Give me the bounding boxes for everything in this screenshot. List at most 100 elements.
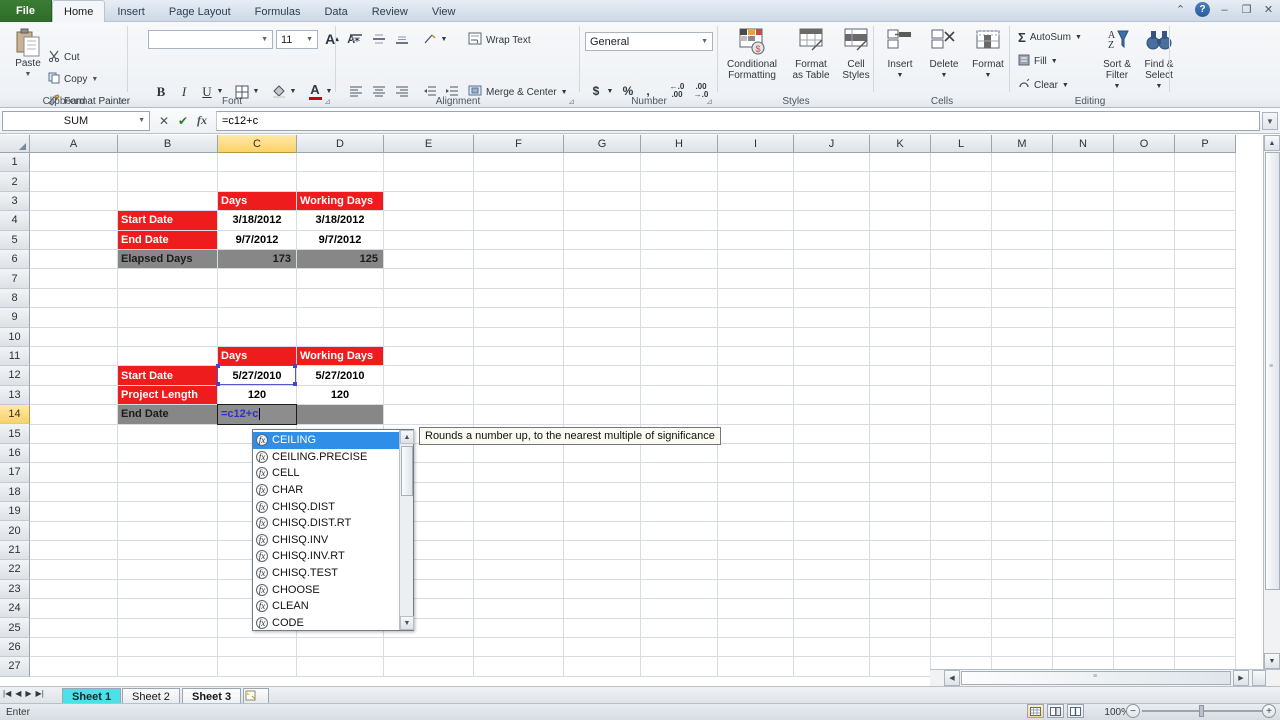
cut-button[interactable]: Cut xyxy=(48,50,80,65)
restore-icon[interactable]: ❐ xyxy=(1239,2,1254,17)
column-header-d[interactable]: D xyxy=(297,135,384,153)
insert-worksheet-button[interactable] xyxy=(243,688,269,704)
clear-dropdown-icon[interactable]: ▼ xyxy=(1062,82,1069,89)
row-header-13[interactable]: 13 xyxy=(0,385,30,406)
fill-dropdown-icon[interactable]: ▼ xyxy=(1051,58,1058,65)
column-header-k[interactable]: K xyxy=(870,135,931,153)
chevron-down-icon[interactable]: ▼ xyxy=(701,38,708,45)
tab-page-layout[interactable]: Page Layout xyxy=(157,1,243,22)
chevron-down-icon[interactable]: ▼ xyxy=(138,117,145,124)
number-dialog-launcher[interactable]: ⊿ xyxy=(705,97,714,106)
delete-cells-button[interactable]: Delete ▼ xyxy=(924,28,964,81)
cell-d14[interactable] xyxy=(297,405,383,424)
name-box[interactable]: SUM ▼ xyxy=(2,110,150,131)
align-top-button[interactable] xyxy=(346,30,366,48)
formula-input[interactable]: =c12+c xyxy=(216,110,1260,131)
autocomplete-scroll-up-button[interactable]: ▲ xyxy=(400,430,414,444)
wrap-text-button[interactable]: Wrap Text xyxy=(468,32,531,48)
row-header-21[interactable]: 21 xyxy=(0,540,30,561)
cell-b4[interactable]: Start Date xyxy=(118,211,217,230)
find-select-button[interactable]: Find & Select ▼ xyxy=(1138,28,1180,92)
minimize-ribbon-icon[interactable]: ⌃ xyxy=(1173,2,1188,17)
autocomplete-item[interactable]: fx CEILING.PRECISE xyxy=(253,449,399,466)
format-as-table-button[interactable]: Format as Table xyxy=(788,28,834,81)
clear-button[interactable]: Clear ▼ xyxy=(1018,78,1069,93)
expand-formula-bar-button[interactable]: ▼ xyxy=(1262,112,1278,130)
align-middle-button[interactable] xyxy=(369,30,389,48)
row-header-23[interactable]: 23 xyxy=(0,579,30,599)
tab-data[interactable]: Data xyxy=(312,1,359,22)
column-header-p[interactable]: P xyxy=(1175,135,1236,153)
cell-d12[interactable]: 5/27/2010 xyxy=(297,366,383,385)
cell-c5[interactable]: 9/7/2012 xyxy=(218,230,296,249)
column-header-e[interactable]: E xyxy=(384,135,474,153)
row-header-19[interactable]: 19 xyxy=(0,502,30,522)
cell-d5[interactable]: 9/7/2012 xyxy=(297,230,383,249)
tab-formulas[interactable]: Formulas xyxy=(243,1,313,22)
row-header-4[interactable]: 4 xyxy=(0,211,30,231)
row-header-16[interactable]: 16 xyxy=(0,443,30,464)
tab-insert[interactable]: Insert xyxy=(105,1,157,22)
paste-button[interactable]: Paste ▼ xyxy=(6,28,50,80)
cell-styles-button[interactable]: Cell Styles xyxy=(838,28,874,81)
autocomplete-scroll-down-button[interactable]: ▼ xyxy=(400,616,414,630)
copy-dropdown-icon[interactable]: ▼ xyxy=(91,76,98,83)
column-header-o[interactable]: O xyxy=(1114,135,1175,153)
cell-d4[interactable]: 3/18/2012 xyxy=(297,211,383,230)
insert-function-button[interactable]: fx xyxy=(196,113,208,128)
zoom-slider-handle[interactable] xyxy=(1199,705,1204,717)
orientation-dropdown-icon[interactable]: ▼ xyxy=(438,32,450,46)
row-header-3[interactable]: 3 xyxy=(0,191,30,212)
formula-autocomplete-list[interactable]: ▲ ▼ fx CEILING fx CEILING.PRECISE fx CELL fx CH… xyxy=(252,429,414,631)
autocomplete-scrollbar[interactable]: ▲ ▼ xyxy=(399,430,414,630)
split-handle[interactable] xyxy=(1252,670,1266,686)
cell-b12[interactable]: Start Date xyxy=(118,366,217,385)
cell-c11[interactable]: Days xyxy=(218,347,296,366)
column-header-c[interactable]: C xyxy=(218,135,297,153)
column-header-a[interactable]: A xyxy=(30,135,118,153)
sheet-nav-next-icon[interactable]: ▶ xyxy=(25,689,31,698)
page-break-view-button[interactable] xyxy=(1067,704,1084,718)
column-header-f[interactable]: F xyxy=(474,135,564,153)
column-header-b[interactable]: B xyxy=(118,135,218,153)
row-header-27[interactable]: 27 xyxy=(0,657,30,677)
sheet-nav-first-icon[interactable]: |◀ xyxy=(3,689,11,698)
row-header-17[interactable]: 17 xyxy=(0,463,30,483)
cell-c4[interactable]: 3/18/2012 xyxy=(218,211,296,230)
column-header-m[interactable]: M xyxy=(992,135,1053,153)
row-header-2[interactable]: 2 xyxy=(0,172,30,192)
vertical-scroll-thumb[interactable] xyxy=(1265,152,1280,590)
autocomplete-item[interactable]: fx CHISQ.DIST.RT xyxy=(253,515,399,532)
help-icon[interactable]: ? xyxy=(1195,2,1210,17)
format-cells-dropdown-icon[interactable]: ▼ xyxy=(985,70,992,81)
copy-button[interactable]: Copy ▼ xyxy=(48,72,98,87)
column-header-i[interactable]: I xyxy=(718,135,794,153)
font-dialog-launcher[interactable]: ⊿ xyxy=(323,97,332,106)
cell-b14[interactable]: End Date xyxy=(118,405,217,424)
scroll-down-button[interactable]: ▼ xyxy=(1264,653,1280,669)
row-header-10[interactable]: 10 xyxy=(0,327,30,347)
row-header-11[interactable]: 11 xyxy=(0,346,30,367)
cell-b5[interactable]: End Date xyxy=(118,230,217,249)
autocomplete-item[interactable]: fx CLEAN xyxy=(253,598,399,615)
column-header-g[interactable]: G xyxy=(564,135,641,153)
cell-d13[interactable]: 120 xyxy=(297,385,383,405)
cell-c13[interactable]: 120 xyxy=(218,385,296,405)
cancel-formula-button[interactable]: ✕ xyxy=(158,114,170,128)
row-header-18[interactable]: 18 xyxy=(0,482,30,503)
enter-formula-button[interactable]: ✔ xyxy=(177,114,189,128)
autocomplete-item[interactable]: fx CHISQ.DIST xyxy=(253,498,399,515)
zoom-in-button[interactable]: + xyxy=(1262,704,1276,718)
tab-home[interactable]: Home xyxy=(52,0,106,22)
vertical-scrollbar[interactable]: ▲ ≡ ▼ xyxy=(1263,135,1280,669)
autocomplete-item[interactable]: fx CODE xyxy=(253,615,399,632)
delete-cells-dropdown-icon[interactable]: ▼ xyxy=(941,70,948,81)
font-name-combo[interactable]: ▼ xyxy=(148,30,273,49)
alignment-dialog-launcher[interactable]: ⊿ xyxy=(567,97,576,106)
tab-view[interactable]: View xyxy=(420,1,468,22)
autosum-button[interactable]: Σ AutoSum ▼ xyxy=(1018,30,1082,45)
sort-filter-dropdown-icon[interactable]: ▼ xyxy=(1114,81,1121,92)
tab-review[interactable]: Review xyxy=(360,1,420,22)
autosum-dropdown-icon[interactable]: ▼ xyxy=(1075,34,1082,41)
row-header-1[interactable]: 1 xyxy=(0,153,30,173)
